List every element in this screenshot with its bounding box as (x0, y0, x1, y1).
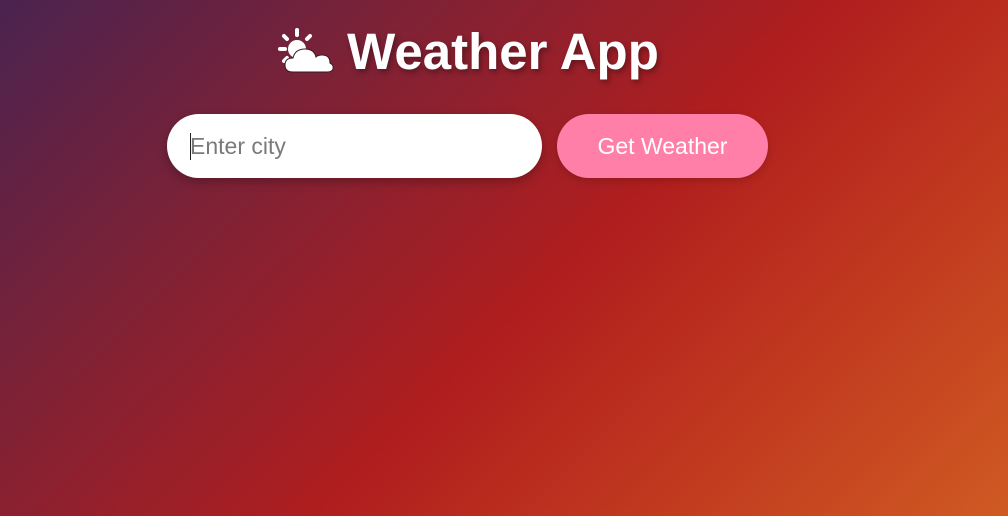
get-weather-button[interactable]: Get Weather (557, 114, 768, 178)
city-input-wrapper (167, 114, 542, 178)
text-caret (190, 133, 191, 160)
sun-behind-cloud-icon (278, 27, 334, 72)
city-input[interactable] (167, 114, 542, 178)
page-title: Weather App (277, 22, 659, 81)
search-row: Get Weather (167, 114, 768, 178)
app-header: Weather App (0, 22, 936, 81)
app-title-text: Weather App (347, 23, 659, 80)
